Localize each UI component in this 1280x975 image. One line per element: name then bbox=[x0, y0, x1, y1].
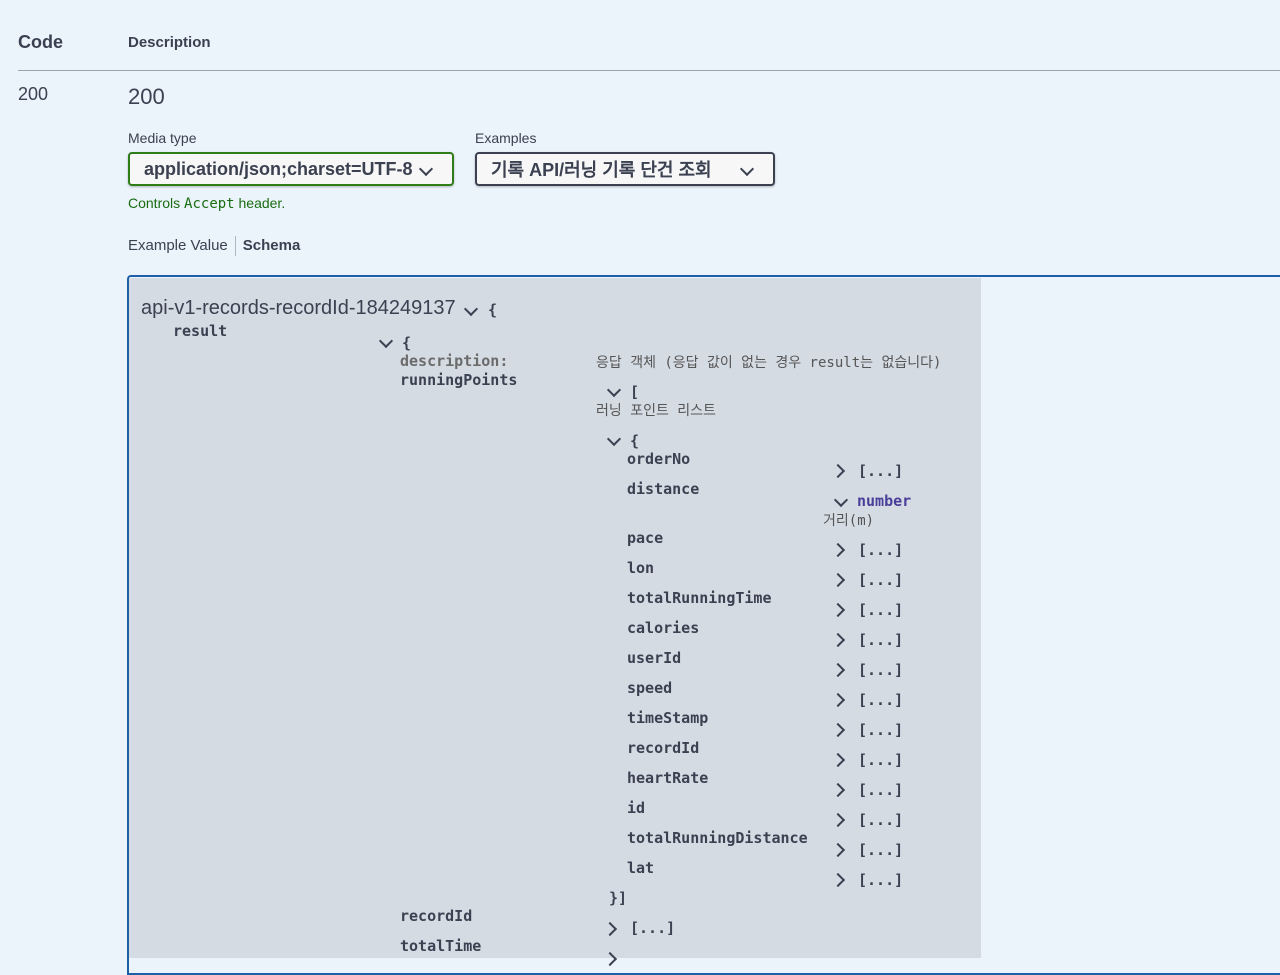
field-userId: userId bbox=[627, 649, 682, 667]
description-key: description: bbox=[400, 352, 509, 370]
examples-value: 기록 API/러닝 기록 단건 조회 bbox=[491, 160, 712, 180]
tab-schema[interactable]: Schema bbox=[243, 237, 301, 254]
response-description: 200 bbox=[128, 84, 165, 109]
example-schema-tabs: Example Value Schema bbox=[128, 236, 300, 256]
chevron-down-icon bbox=[739, 161, 755, 177]
result-field-recordId: recordId bbox=[400, 907, 473, 925]
field-id: id bbox=[627, 799, 646, 817]
field-speed: speed bbox=[627, 679, 673, 697]
field-lat: lat bbox=[627, 859, 655, 877]
schema-model-panel bbox=[129, 278, 981, 958]
examples-select[interactable]: 기록 API/러닝 기록 단건 조회 bbox=[475, 152, 775, 186]
tab-separator bbox=[234, 236, 236, 256]
result-open-brace: { bbox=[402, 334, 412, 352]
media-type-select[interactable]: application/json;charset=UTF-8 bbox=[128, 152, 454, 186]
field-pace: pace bbox=[627, 529, 664, 547]
field-timeStamp: timeStamp bbox=[627, 709, 709, 727]
note-code: Accept bbox=[184, 196, 235, 212]
header-divider bbox=[18, 70, 1280, 71]
field-orderNo: orderNo bbox=[627, 450, 691, 468]
collapsed-value[interactable]: [...] bbox=[858, 721, 903, 739]
field-distance: distance bbox=[627, 480, 700, 498]
tab-example-value[interactable]: Example Value bbox=[128, 237, 228, 254]
collapsed-value[interactable]: [...] bbox=[858, 631, 903, 649]
field-lon: lon bbox=[627, 559, 655, 577]
field-totalRunningDistance: totalRunningDistance bbox=[627, 829, 808, 847]
item-close-bracket: }] bbox=[609, 889, 628, 907]
examples-label: Examples bbox=[475, 130, 537, 146]
collapsed-value[interactable]: [...] bbox=[858, 691, 903, 709]
distance-description: 거리(m) bbox=[823, 513, 875, 529]
collapsed-value[interactable]: [...] bbox=[858, 841, 903, 859]
code-column-header: Code bbox=[18, 32, 63, 52]
item-open-brace: { bbox=[630, 432, 640, 450]
collapsed-value[interactable]: [...] bbox=[858, 751, 903, 769]
media-type-label: Media type bbox=[128, 130, 197, 146]
response-code: 200 bbox=[18, 84, 49, 104]
model-open-brace: { bbox=[488, 301, 498, 319]
running-points-key: runningPoints bbox=[400, 371, 518, 389]
note-suffix: header. bbox=[238, 195, 286, 211]
description-column-header: Description bbox=[128, 34, 211, 51]
field-totalRunningTime: totalRunningTime bbox=[627, 589, 772, 607]
collapsed-value[interactable]: [...] bbox=[858, 811, 903, 829]
collapsed-value[interactable]: [...] bbox=[858, 571, 903, 589]
model-title[interactable]: api-v1-records-recordId-184249137 bbox=[141, 297, 456, 320]
note-prefix: Controls bbox=[128, 195, 181, 211]
chevron-down-icon bbox=[418, 161, 434, 177]
collapsed-value[interactable]: [...] bbox=[858, 462, 903, 480]
media-type-value: application/json;charset=UTF-8 bbox=[144, 158, 413, 179]
field-calories: calories bbox=[627, 619, 700, 637]
collapsed-value[interactable]: [...] bbox=[858, 541, 903, 559]
result-description: 응답 객체 (응답 값이 없는 경우 result는 없습니다) bbox=[596, 355, 942, 371]
running-points-bracket: [ bbox=[630, 383, 640, 401]
collapsed-value[interactable]: [...] bbox=[858, 781, 903, 799]
collapsed-value[interactable]: [...] bbox=[858, 871, 903, 889]
field-recordId: recordId bbox=[627, 739, 700, 757]
accept-header-note: Controls Accept header. bbox=[128, 195, 285, 212]
result-field-totalTime: totalTime bbox=[400, 937, 482, 955]
field-heartRate: heartRate bbox=[627, 769, 709, 787]
collapsed-value[interactable]: [...] bbox=[858, 661, 903, 679]
collapsed-value[interactable]: [...] bbox=[858, 601, 903, 619]
distance-type: number bbox=[857, 492, 912, 510]
result-key: result bbox=[173, 322, 228, 340]
running-points-description: 러닝 포인트 리스트 bbox=[596, 403, 716, 419]
collapsed-value[interactable]: [...] bbox=[630, 919, 675, 937]
